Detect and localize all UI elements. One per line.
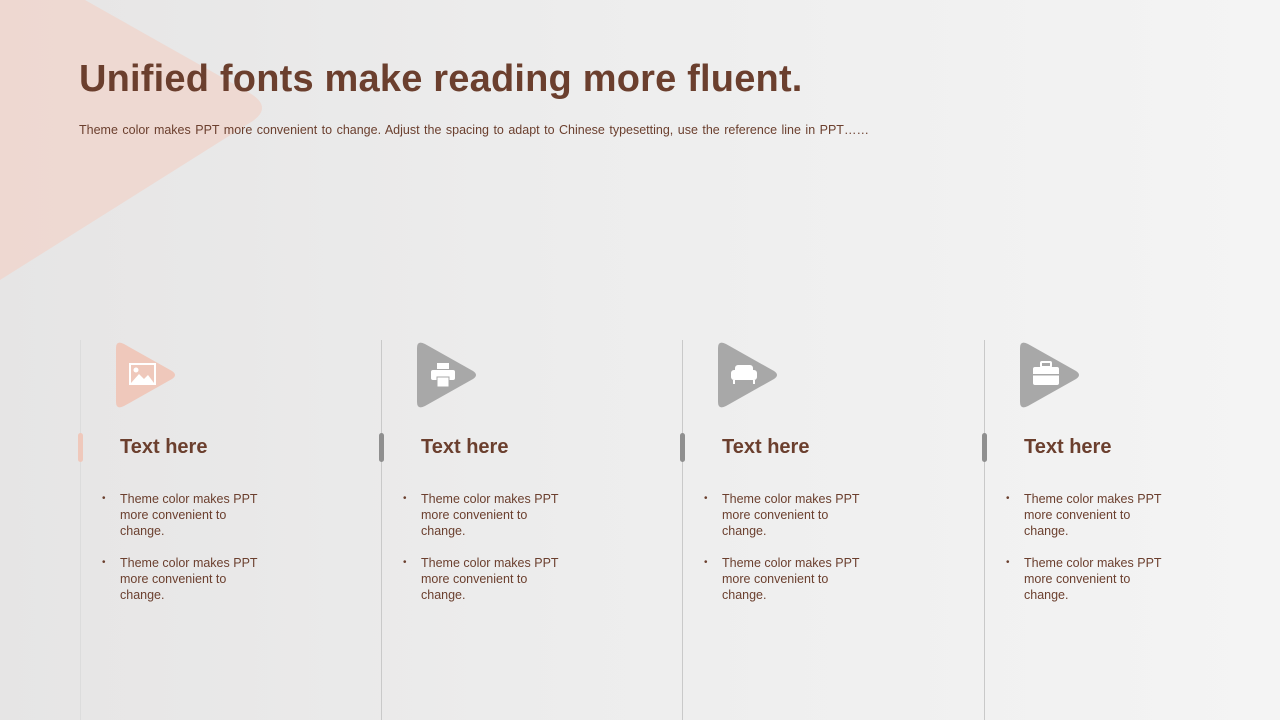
column-marker xyxy=(78,433,83,462)
list-item: • Theme color makes PPT more convenient t… xyxy=(102,555,270,603)
column-bullet-list: • Theme color makes PPT more convenient t… xyxy=(704,491,872,619)
bullet-icon: • xyxy=(403,493,407,504)
briefcase-icon xyxy=(1020,342,1079,408)
slide-title: Unified fonts make reading more fluent. xyxy=(79,58,803,100)
list-item: • Theme color makes PPT more convenient t… xyxy=(403,555,571,603)
slide-subtitle: Theme color makes PPT more convenient to… xyxy=(79,123,869,137)
printer-icon xyxy=(417,342,476,408)
list-item: • Theme color makes PPT more convenient t… xyxy=(1006,491,1174,539)
bullet-icon: • xyxy=(403,557,407,568)
column-bullet-list: • Theme color makes PPT more convenient t… xyxy=(1006,491,1174,619)
bullet-icon: • xyxy=(704,557,708,568)
list-item: • Theme color makes PPT more convenient t… xyxy=(403,491,571,539)
feature-column-4: Text here • Theme color makes PPT more co… xyxy=(982,340,1224,720)
list-item: • Theme color makes PPT more convenient t… xyxy=(704,491,872,539)
list-item: • Theme color makes PPT more convenient t… xyxy=(704,555,872,603)
bullet-icon: • xyxy=(102,493,106,504)
feature-column-2: Text here • Theme color makes PPT more co… xyxy=(379,340,621,720)
column-marker xyxy=(982,433,987,462)
bullet-text: Theme color makes PPT more convenient to… xyxy=(120,492,258,538)
bullet-text: Theme color makes PPT more convenient to… xyxy=(722,556,860,602)
bullet-text: Theme color makes PPT more convenient to… xyxy=(722,492,860,538)
bullet-text: Theme color makes PPT more convenient to… xyxy=(120,556,258,602)
list-item: • Theme color makes PPT more convenient t… xyxy=(1006,555,1174,603)
bullet-text: Theme color makes PPT more convenient to… xyxy=(421,492,559,538)
feature-column-1: Text here • Theme color makes PPT more co… xyxy=(78,340,320,720)
bullet-icon: • xyxy=(102,557,106,568)
armchair-icon xyxy=(718,342,777,408)
image-icon xyxy=(116,342,175,408)
column-divider-line xyxy=(381,340,382,720)
column-title: Text here xyxy=(421,436,509,458)
column-marker xyxy=(680,433,685,462)
column-bullet-list: • Theme color makes PPT more convenient t… xyxy=(403,491,571,619)
column-divider-line xyxy=(682,340,683,720)
column-marker xyxy=(379,433,384,462)
column-divider-line xyxy=(984,340,985,720)
slide: Unified fonts make reading more fluent. … xyxy=(0,0,1280,720)
bullet-icon: • xyxy=(1006,557,1010,568)
column-title: Text here xyxy=(1024,436,1112,458)
bullet-text: Theme color makes PPT more convenient to… xyxy=(421,556,559,602)
column-title: Text here xyxy=(120,436,208,458)
bullet-icon: • xyxy=(704,493,708,504)
bullet-text: Theme color makes PPT more convenient to… xyxy=(1024,556,1162,602)
background-triangle-decoration xyxy=(0,0,262,280)
bullet-icon: • xyxy=(1006,493,1010,504)
bullet-text: Theme color makes PPT more convenient to… xyxy=(1024,492,1162,538)
column-bullet-list: • Theme color makes PPT more convenient t… xyxy=(102,491,270,619)
column-title: Text here xyxy=(722,436,810,458)
feature-column-3: Text here • Theme color makes PPT more co… xyxy=(680,340,922,720)
list-item: • Theme color makes PPT more convenient t… xyxy=(102,491,270,539)
column-divider-line xyxy=(80,340,81,720)
